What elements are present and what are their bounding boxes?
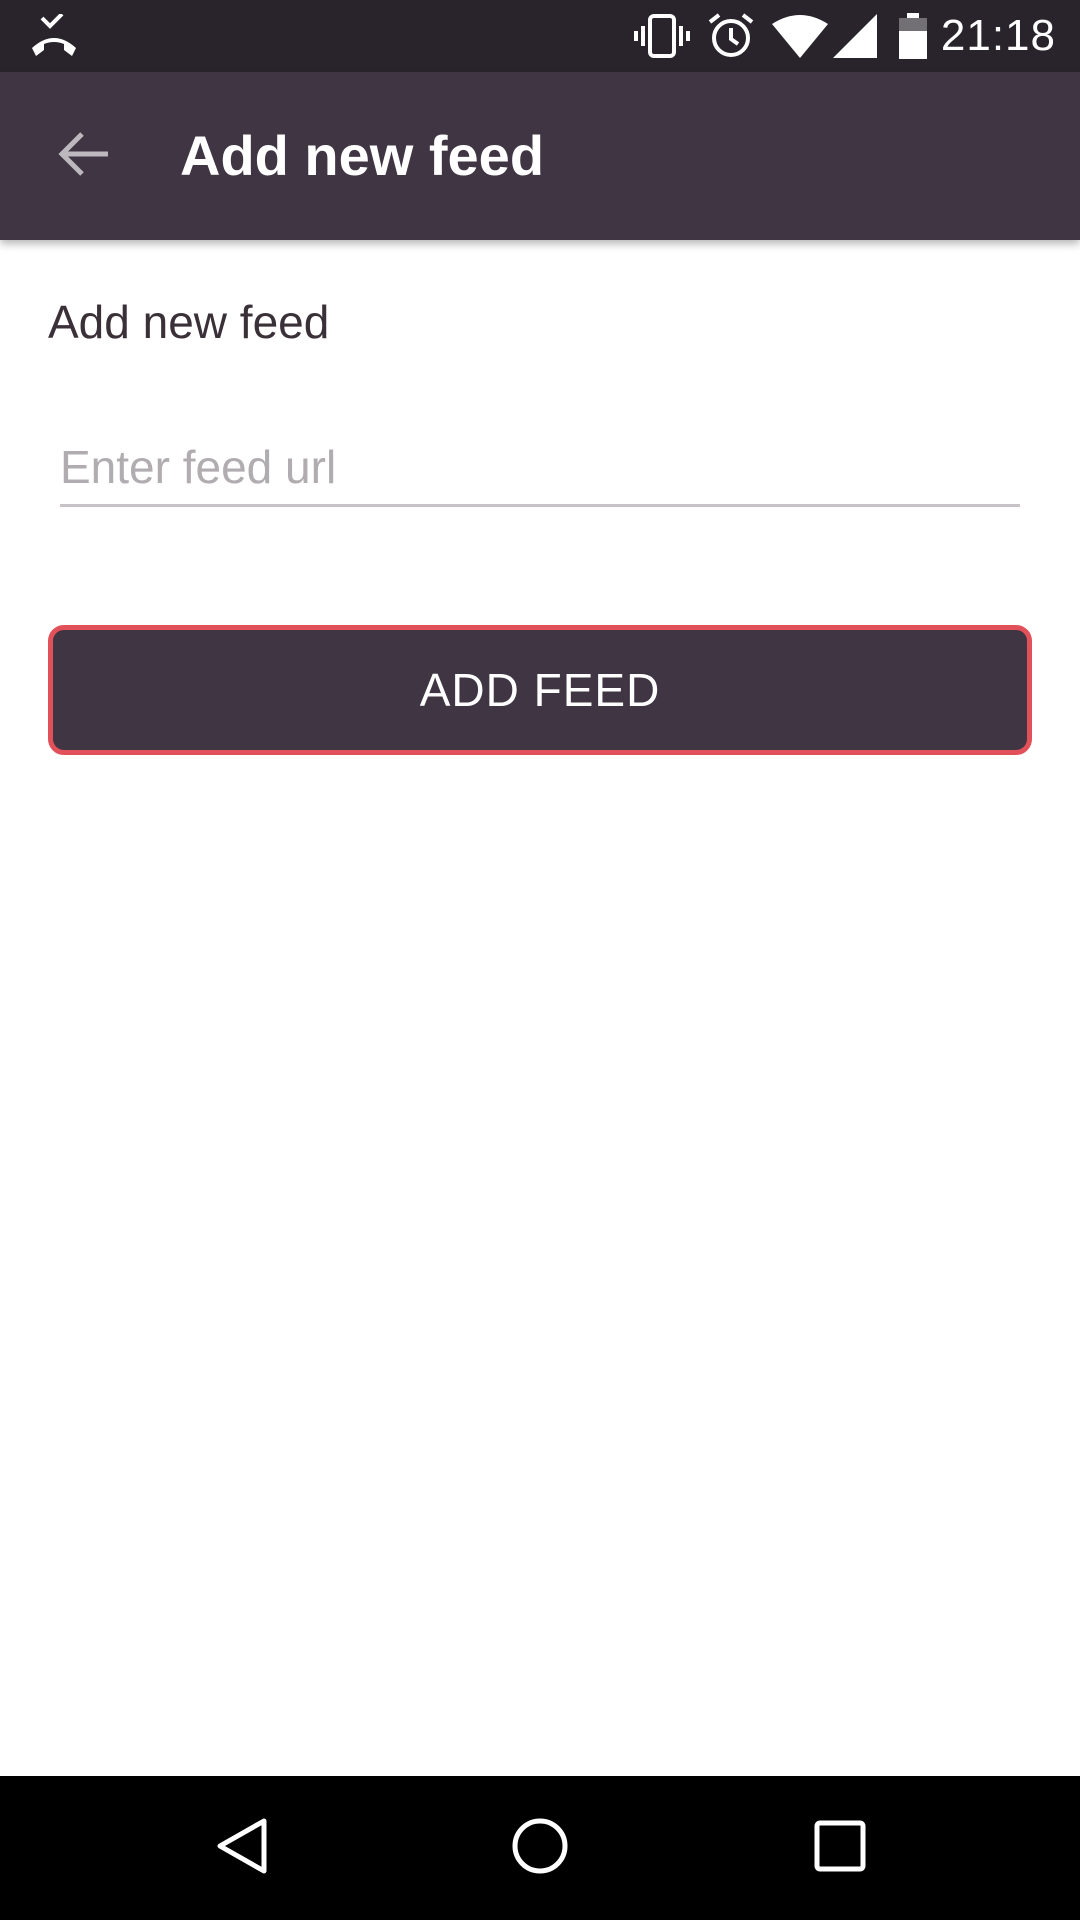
main-content: Add new feed ADD FEED (0, 240, 1080, 1776)
alarm-icon (706, 0, 756, 72)
nav-recents-button[interactable] (768, 1776, 912, 1920)
nav-back-icon (214, 1817, 268, 1880)
cell-signal-icon (832, 0, 878, 72)
arrow-back-icon (56, 130, 112, 183)
app-bar: Add new feed (0, 72, 1080, 240)
nav-home-button[interactable] (468, 1776, 612, 1920)
add-feed-button[interactable]: ADD FEED (48, 625, 1032, 755)
vibrate-icon (634, 0, 690, 72)
section-label: Add new feed (48, 296, 330, 348)
status-bar: 21:18 (0, 0, 1080, 72)
feed-url-input[interactable] (60, 430, 1020, 504)
nav-back-button[interactable] (169, 1776, 313, 1920)
back-button[interactable] (36, 108, 132, 204)
status-time: 21:18 (940, 11, 1056, 60)
nav-recents-icon (814, 1820, 866, 1877)
url-input-container (60, 430, 1020, 507)
missed-call-icon (24, 0, 84, 72)
battery-icon (896, 0, 930, 72)
navigation-bar (0, 1776, 1080, 1920)
wifi-icon (772, 0, 828, 72)
page-title: Add new feed (180, 124, 545, 187)
nav-home-icon (510, 1816, 570, 1881)
